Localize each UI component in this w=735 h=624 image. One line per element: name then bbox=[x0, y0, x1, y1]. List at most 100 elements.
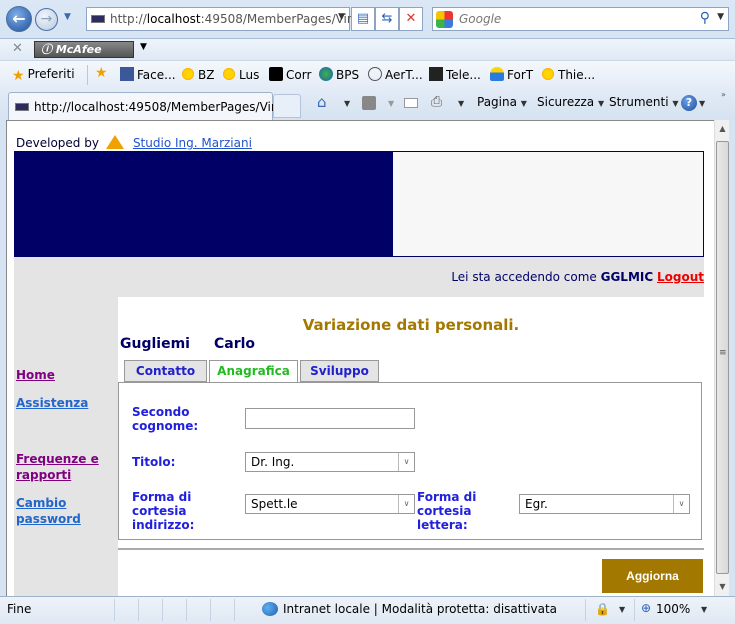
favorites-button[interactable]: ★ Preferiti bbox=[12, 67, 75, 84]
close-toolbar-icon[interactable]: ✕ bbox=[12, 41, 23, 56]
sun-icon bbox=[181, 67, 195, 81]
address-text[interactable]: http://localhost:49508/MemberPages/Vin bbox=[110, 12, 355, 26]
status-text: Fine bbox=[7, 602, 32, 616]
search-icon[interactable]: ⚲ bbox=[700, 10, 710, 26]
favorite-item[interactable]: Corr bbox=[269, 67, 311, 82]
favorite-item[interactable]: Tele... bbox=[429, 67, 481, 82]
divider bbox=[162, 599, 163, 621]
feeds-icon[interactable] bbox=[362, 96, 376, 110]
favorite-item[interactable]: ForT bbox=[490, 67, 533, 82]
page-menu[interactable]: Pagina ▼ bbox=[477, 95, 527, 109]
history-dropdown-icon[interactable]: ▼ bbox=[64, 12, 74, 22]
tab-anagrafica[interactable]: Anagrafica bbox=[209, 360, 298, 383]
scrollbar-thumb[interactable]: ≡ bbox=[716, 141, 729, 574]
intranet-zone-icon bbox=[262, 602, 278, 616]
print-dropdown-icon[interactable]: ▼ bbox=[458, 99, 464, 108]
star-icon: ★ bbox=[12, 68, 25, 84]
header-banner bbox=[14, 151, 704, 257]
title-select[interactable]: Dr. Ing. ∨ bbox=[245, 452, 415, 472]
letter-courtesy-label: Forma di cortesia lettera: bbox=[417, 490, 477, 532]
sidebar-item-cambio-password[interactable]: Cambio password bbox=[16, 495, 111, 527]
sidebar: Home Assistenza Frequenze e rapporti Cam… bbox=[14, 297, 118, 597]
tab-panel-anagrafica: Secondo cognome: Titolo: Dr. Ing. ∨ Form… bbox=[118, 382, 702, 540]
address-bar[interactable]: http://localhost:49508/MemberPages/Vin ▼ bbox=[86, 7, 355, 31]
favorite-item[interactable]: Face... bbox=[120, 67, 176, 82]
developer-credit: Developed by Studio Ing. Marziani bbox=[16, 135, 252, 150]
new-tab-button[interactable] bbox=[273, 94, 301, 118]
page-viewport: Developed by Studio Ing. Marziani Lei sta… bbox=[6, 120, 714, 597]
site-favicon-icon bbox=[91, 15, 105, 23]
divider bbox=[210, 599, 211, 621]
tab-sviluppo[interactable]: Sviluppo bbox=[300, 360, 379, 382]
vertical-scrollbar[interactable]: ▲ ≡ ▼ bbox=[714, 120, 729, 596]
favorite-item[interactable]: AerT... bbox=[368, 67, 423, 82]
security-zone-text[interactable]: Intranet locale | Modalità protetta: dis… bbox=[283, 602, 557, 616]
chevron-down-icon[interactable]: ∨ bbox=[398, 453, 414, 471]
mcafee-button[interactable]: ⓘ McAfee bbox=[34, 41, 134, 58]
tele-icon bbox=[429, 67, 443, 81]
address-dropdown-icon[interactable]: ▼ bbox=[338, 12, 345, 22]
favorite-item[interactable]: Thie... bbox=[541, 67, 595, 82]
safety-menu[interactable]: Sicurezza ▼ bbox=[537, 95, 604, 109]
favorite-item[interactable]: Lus bbox=[222, 67, 259, 82]
compatibility-view-button[interactable]: ▤ bbox=[351, 7, 375, 31]
favorite-item[interactable]: BZ bbox=[181, 67, 214, 82]
divider bbox=[634, 599, 635, 621]
search-placeholder[interactable]: Google bbox=[459, 12, 501, 26]
home-icon[interactable]: ⌂ bbox=[317, 93, 327, 111]
chevron-down-icon[interactable]: ▼ bbox=[619, 605, 625, 614]
back-button[interactable]: ← bbox=[6, 6, 32, 32]
print-icon[interactable]: ⎙ bbox=[431, 94, 442, 110]
help-icon[interactable]: ? bbox=[681, 95, 697, 111]
more-commands-icon[interactable]: » bbox=[721, 90, 726, 99]
second-surname-input[interactable] bbox=[245, 408, 415, 429]
divider bbox=[138, 599, 139, 621]
scroll-down-icon[interactable]: ▼ bbox=[715, 582, 730, 591]
sidebar-item-assistenza[interactable]: Assistenza bbox=[16, 395, 88, 411]
banner-image bbox=[393, 152, 703, 256]
chevron-down-icon: ▼ bbox=[598, 99, 605, 108]
title-label: Titolo: bbox=[132, 455, 176, 469]
grip-icon: ≡ bbox=[719, 348, 727, 358]
browser-chrome: ← → ▼ http://localhost:49508/MemberPages… bbox=[0, 0, 735, 120]
protected-mode-icon[interactable]: 🔒 bbox=[595, 602, 610, 616]
add-favorite-icon[interactable]: ★ bbox=[95, 65, 108, 81]
zoom-level[interactable]: 100% bbox=[656, 602, 690, 616]
search-bar[interactable]: Google ⚲ ▼ bbox=[432, 7, 729, 31]
tab-title: http://localhost:49508/MemberPages/Vinz.… bbox=[34, 100, 297, 114]
stop-button[interactable]: ✕ bbox=[399, 7, 423, 31]
developer-link[interactable]: Studio Ing. Marziani bbox=[133, 136, 252, 150]
address-courtesy-label: Forma di cortesia indirizzo: bbox=[132, 490, 195, 532]
site-favicon-icon bbox=[15, 103, 29, 111]
sidebar-item-home[interactable]: Home bbox=[16, 367, 55, 383]
user-bar: Lei sta accedendo come GGLMIC Logout bbox=[14, 257, 704, 297]
tools-menu[interactable]: Strumenti ▼ bbox=[609, 95, 679, 109]
refresh-button[interactable]: ⇆ bbox=[375, 7, 399, 31]
login-status: Lei sta accedendo come GGLMIC Logout bbox=[451, 270, 704, 284]
chevron-down-icon[interactable]: ∨ bbox=[398, 495, 414, 513]
tab-contatto[interactable]: Contatto bbox=[124, 360, 207, 382]
search-dropdown-icon[interactable]: ▼ bbox=[717, 12, 724, 22]
sidebar-item-frequenze[interactable]: Frequenze e rapporti bbox=[16, 451, 111, 483]
logout-link[interactable]: Logout bbox=[657, 270, 704, 284]
help-dropdown-icon[interactable]: ▼ bbox=[699, 99, 705, 108]
fort-icon bbox=[490, 67, 504, 81]
forward-button[interactable]: → bbox=[35, 8, 58, 31]
mcafee-toolbar: ✕ ⓘ McAfee ▼ bbox=[0, 38, 735, 60]
favorite-item[interactable]: BPS bbox=[319, 67, 359, 82]
chevron-down-icon: ▼ bbox=[672, 99, 679, 108]
zoom-dropdown-icon[interactable]: ▼ bbox=[701, 605, 707, 614]
zoom-icon[interactable]: ⊕ bbox=[641, 601, 651, 615]
scroll-up-icon[interactable]: ▲ bbox=[715, 124, 730, 133]
address-courtesy-select[interactable]: Spett.le ∨ bbox=[245, 494, 415, 514]
update-button[interactable]: Aggiorna bbox=[602, 559, 703, 593]
mcafee-dropdown-icon[interactable]: ▼ bbox=[140, 42, 147, 52]
divider bbox=[585, 599, 586, 621]
mail-icon[interactable] bbox=[404, 98, 418, 108]
letter-courtesy-select[interactable]: Egr. ∨ bbox=[519, 494, 690, 514]
home-dropdown-icon[interactable]: ▼ bbox=[344, 99, 350, 108]
chevron-down-icon[interactable]: ∨ bbox=[673, 495, 689, 513]
browser-tab[interactable]: http://localhost:49508/MemberPages/Vinz.… bbox=[8, 92, 296, 120]
divider bbox=[234, 599, 235, 621]
feeds-dropdown-icon[interactable]: ▼ bbox=[388, 99, 394, 108]
